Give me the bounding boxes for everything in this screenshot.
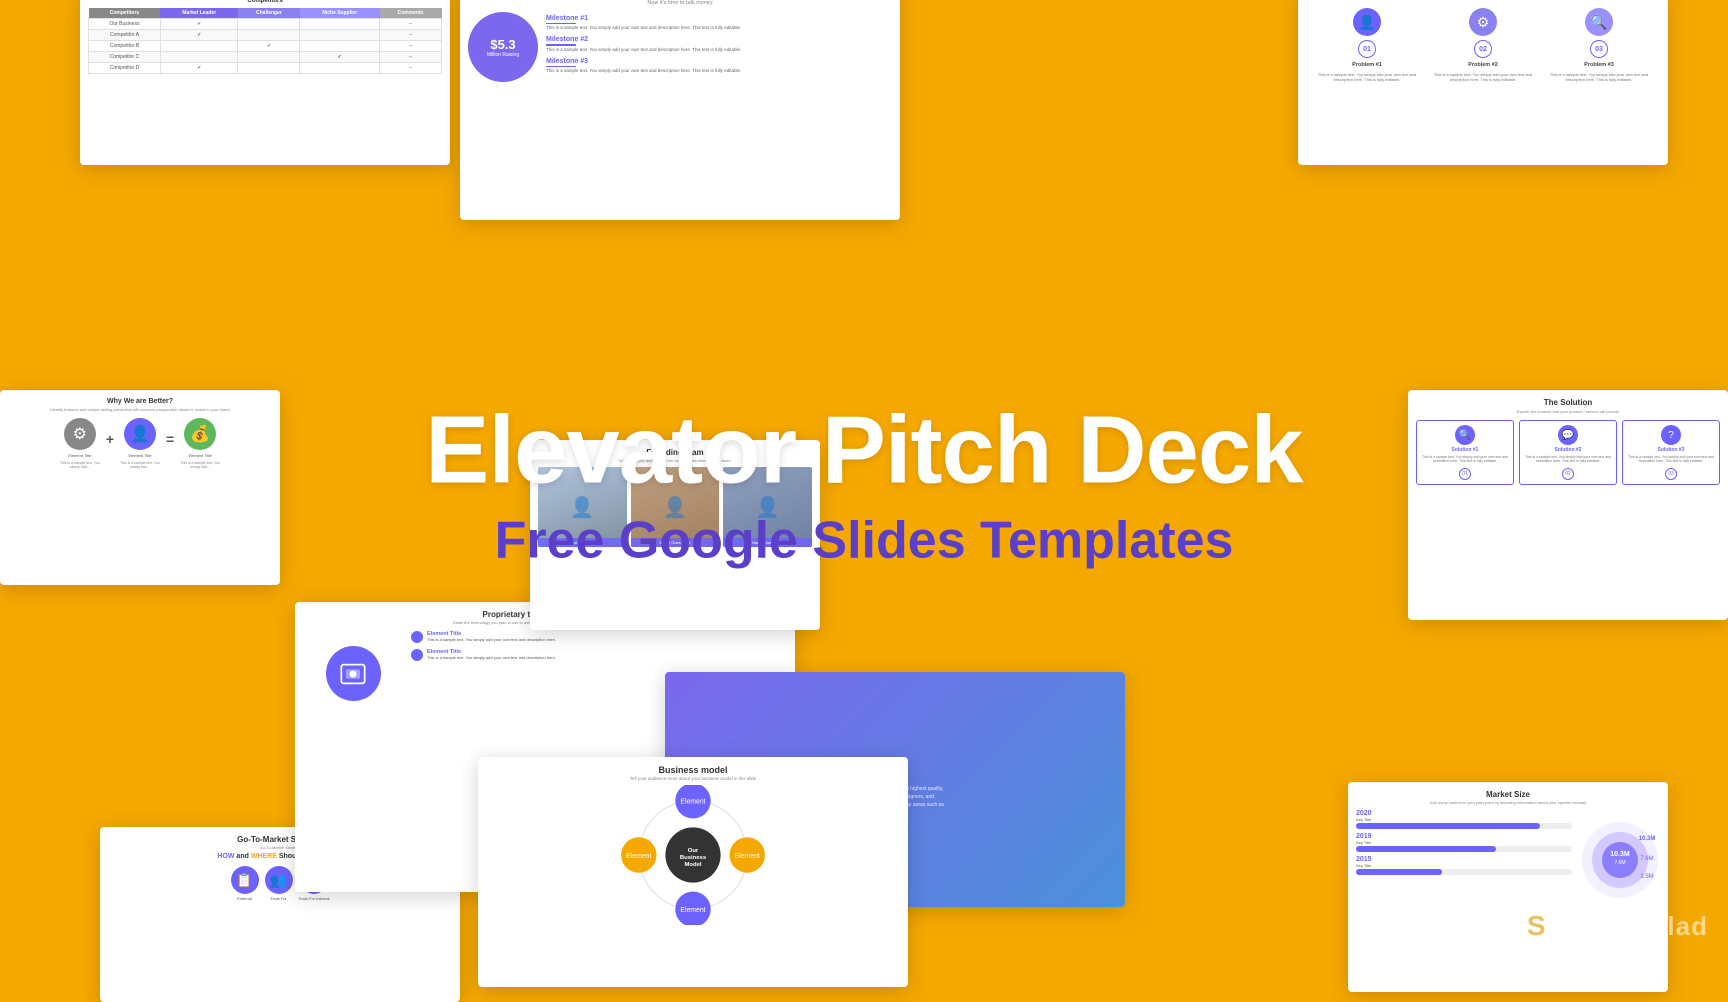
tech-item-2: Element Title This is a sample text. You… bbox=[411, 649, 787, 661]
better-title: Why We are Better? bbox=[8, 398, 272, 405]
slide-business-model[interactable]: Business model Tell your audience more a… bbox=[478, 757, 908, 987]
milestone-list: Milestone #1 This is a sample text. You … bbox=[546, 15, 892, 80]
solution-2-icon: 💬 bbox=[1558, 425, 1578, 445]
slidesalad-logo[interactable]: S slidesalad bbox=[1510, 900, 1708, 952]
problem-3: 🔍 03 Problem #3 This is a sample text. Y… bbox=[1544, 8, 1654, 82]
problem-3-num: 03 bbox=[1590, 40, 1608, 58]
tech-diagram bbox=[303, 631, 403, 716]
problem-2-icon: ⚙ bbox=[1469, 8, 1497, 36]
comp-table: Competitors Market Leader Challenger Nic… bbox=[88, 8, 442, 74]
slide-market[interactable]: Market Size Add some context to your pai… bbox=[1348, 782, 1668, 992]
solution-3-icon: ? bbox=[1661, 425, 1681, 445]
milestone-2: Milestone #2 This is a sample text. You … bbox=[546, 36, 892, 52]
svg-text:3.5M: 3.5M bbox=[1640, 874, 1653, 880]
svg-text:10.3M: 10.3M bbox=[1610, 851, 1630, 858]
problem-1: 👤 01 Problem #1 This is a sample text. Y… bbox=[1312, 8, 1422, 82]
tech-items: Element Title This is a sample text. You… bbox=[411, 631, 787, 661]
goto-icon-1: 📋 External bbox=[231, 866, 259, 901]
better-icon-2: 👤 bbox=[124, 418, 156, 450]
problem-1-num: 01 bbox=[1358, 40, 1376, 58]
main-container: Competitors Competitors Market Leader Ch… bbox=[0, 0, 1728, 972]
page-subtitle: Free Google Slides Templates bbox=[425, 509, 1302, 571]
slide-milestones[interactable]: Money, milestones Now it's time to talk … bbox=[460, 0, 900, 220]
svg-text:Our: Our bbox=[688, 848, 699, 854]
better-icon-3: 💰 bbox=[184, 418, 216, 450]
center-text-block: Elevator Pitch Deck Free Google Slides T… bbox=[425, 400, 1302, 571]
tech-main-icon bbox=[326, 646, 381, 701]
solution-title: The Solution bbox=[1416, 398, 1720, 407]
slide-problems[interactable]: 👤 01 Problem #1 This is a sample text. Y… bbox=[1298, 0, 1668, 165]
problem-2: ⚙ 02 Problem #2 This is a sample text. Y… bbox=[1428, 8, 1538, 82]
biz-title: Business model bbox=[486, 765, 900, 775]
slide-solution[interactable]: The Solution Explain the solution that y… bbox=[1408, 390, 1728, 620]
solution-subtitle: Explain the solution that your product /… bbox=[1416, 409, 1720, 414]
better-icons: ⚙ Element Title This is a sample text. Y… bbox=[8, 418, 272, 469]
biz-subtitle: Tell your audience more about your busin… bbox=[486, 776, 900, 781]
comp-title: Competitors bbox=[88, 0, 442, 4]
equals-icon: = bbox=[166, 431, 174, 447]
plus-icon: + bbox=[106, 431, 114, 447]
milestones-subtitle: Now it's time to talk money bbox=[468, 0, 892, 6]
svg-text:10.3M: 10.3M bbox=[1639, 836, 1656, 842]
milestones-circle: $5.3 Million Raising bbox=[468, 12, 538, 82]
slide-better[interactable]: Why We are Better? Identify features and… bbox=[0, 390, 280, 585]
better-subtitle: Identify features and unique selling poi… bbox=[8, 407, 272, 412]
svg-text:7.6M: 7.6M bbox=[1614, 860, 1625, 866]
svg-text:Element: Element bbox=[735, 853, 760, 860]
milestone-1: Milestone #1 This is a sample text. You … bbox=[546, 15, 892, 31]
svg-text:Element: Element bbox=[680, 799, 705, 806]
market-title: Market Size bbox=[1356, 790, 1660, 799]
tech-item-1: Element Title This is a sample text. You… bbox=[411, 631, 787, 643]
market-chart: 10.3M 7.6M 10.3M 7.6M 3.5M bbox=[1580, 810, 1660, 912]
svg-text:Element: Element bbox=[626, 853, 651, 860]
market-row-2020: 2020 Key Title bbox=[1356, 810, 1572, 829]
milestone-3: Milestone #3 This is a sample text. You … bbox=[546, 58, 892, 74]
svg-text:Model: Model bbox=[684, 862, 701, 868]
goto-icon-2: 👥 Tools For bbox=[265, 866, 293, 901]
logo-text: slidesalad bbox=[1572, 911, 1708, 942]
solution-columns: 🔍 Solution #1 This is a sample text. You… bbox=[1416, 420, 1720, 485]
solution-1: 🔍 Solution #1 This is a sample text. You… bbox=[1416, 420, 1514, 485]
logo-icon: S bbox=[1510, 900, 1562, 952]
problem-3-icon: 🔍 bbox=[1585, 8, 1613, 36]
better-icon-1: ⚙ bbox=[64, 418, 96, 450]
market-subtitle: Add some context to your pain point by i… bbox=[1356, 800, 1660, 805]
problem-2-num: 02 bbox=[1474, 40, 1492, 58]
slide-competitors[interactable]: Competitors Competitors Market Leader Ch… bbox=[80, 0, 450, 165]
svg-text:Business: Business bbox=[680, 855, 707, 861]
solution-1-icon: 🔍 bbox=[1455, 425, 1475, 445]
market-years: 2020 Key Title 2019 Key Title bbox=[1356, 810, 1572, 879]
svg-text:Element: Element bbox=[680, 907, 705, 914]
biz-diagram: Element Element Element Element Our Busi… bbox=[486, 785, 900, 925]
market-row-2015: 2015 Key Title bbox=[1356, 856, 1572, 875]
market-row-2019: 2019 Key Title bbox=[1356, 833, 1572, 852]
page-title: Elevator Pitch Deck bbox=[425, 400, 1302, 501]
solution-3: ? Solution #3 This is a sample text. You… bbox=[1622, 420, 1720, 485]
svg-text:7.6M: 7.6M bbox=[1640, 856, 1653, 862]
market-content: 2020 Key Title 2019 Key Title bbox=[1356, 810, 1660, 912]
solution-2: 💬 Solution #2 This is a sample text. You… bbox=[1519, 420, 1617, 485]
problem-1-icon: 👤 bbox=[1353, 8, 1381, 36]
